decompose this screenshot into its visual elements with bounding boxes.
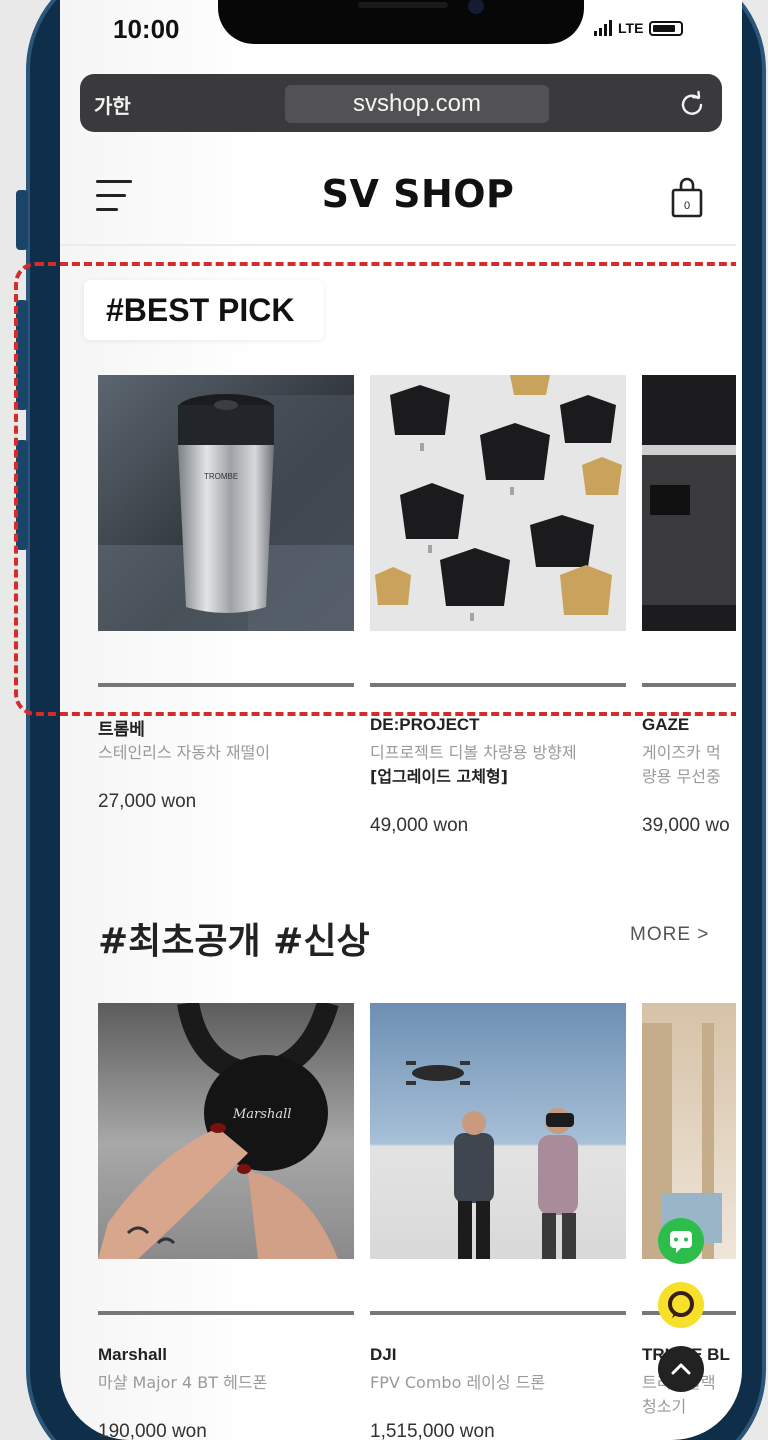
product-image[interactable] bbox=[370, 1003, 626, 1259]
shop-logo[interactable]: SV SHOP bbox=[60, 172, 736, 216]
more-link[interactable]: MORE > bbox=[630, 924, 709, 946]
product-description: 스테인리스 자동차 재떨이 bbox=[98, 743, 271, 762]
product-description: 게이즈카 먹 bbox=[642, 743, 721, 762]
chat-button[interactable] bbox=[658, 1218, 704, 1264]
status-indicators: LTE bbox=[594, 20, 684, 36]
svg-text:Marshall: Marshall bbox=[232, 1107, 291, 1122]
highlight-frame bbox=[14, 262, 736, 716]
product-brand: GAZE bbox=[642, 715, 690, 734]
product-description: 마샬 Major 4 BT 헤드폰 bbox=[98, 1373, 268, 1392]
text-size-button[interactable]: 가한 bbox=[94, 90, 131, 119]
product-image[interactable]: Marshall bbox=[98, 1003, 354, 1259]
product-divider bbox=[98, 1311, 354, 1315]
status-time: 10:00 bbox=[113, 14, 180, 44]
cart-count: 0 bbox=[684, 200, 690, 212]
product-description: FPV Combo 레이싱 드론 bbox=[370, 1373, 546, 1392]
product-brand: DJI bbox=[370, 1345, 397, 1364]
section-title: #최초공개 #신상 bbox=[98, 921, 370, 962]
product-price: 39,000 wo bbox=[642, 815, 730, 836]
product-price: 49,000 won bbox=[370, 815, 469, 836]
talk-icon bbox=[668, 1291, 694, 1318]
shopping-bag-icon[interactable]: 0 bbox=[670, 176, 704, 218]
product-price: 27,000 won bbox=[98, 791, 197, 812]
product-description: 디프로젝트 디볼 차량용 방향제 bbox=[370, 743, 577, 762]
battery-icon bbox=[649, 20, 684, 36]
shop-header: SV SHOP 0 bbox=[60, 150, 736, 246]
product-description-extra: [업그레이드 고체형] bbox=[370, 767, 508, 786]
product-price: 190,000 won bbox=[98, 1421, 207, 1440]
chat-icon bbox=[670, 1231, 692, 1253]
scroll-top-icon bbox=[671, 1363, 691, 1375]
product-divider bbox=[370, 1311, 626, 1315]
screen-content: 10:00 LTE 가한 svshop.com SV SHOP 0 #BEST bbox=[0, 0, 736, 1440]
product-description-extra: 청소기 bbox=[642, 1397, 687, 1416]
scroll-top-button[interactable] bbox=[658, 1346, 704, 1392]
product-price: 1,515,000 won bbox=[370, 1421, 495, 1440]
product-description-extra: 량용 무선중 bbox=[642, 767, 721, 786]
network-label: LTE bbox=[618, 20, 644, 36]
talk-button[interactable] bbox=[658, 1282, 704, 1328]
product-brand: 트롬베 bbox=[98, 720, 145, 739]
product-brand: Marshall bbox=[98, 1345, 167, 1364]
url-field[interactable]: svshop.com bbox=[285, 85, 549, 123]
signal-icon bbox=[594, 20, 612, 36]
notch bbox=[218, 0, 584, 44]
browser-address-bar: 가한 svshop.com bbox=[80, 74, 722, 132]
product-brand: DE:PROJECT bbox=[370, 715, 480, 734]
reload-icon[interactable] bbox=[678, 90, 706, 118]
